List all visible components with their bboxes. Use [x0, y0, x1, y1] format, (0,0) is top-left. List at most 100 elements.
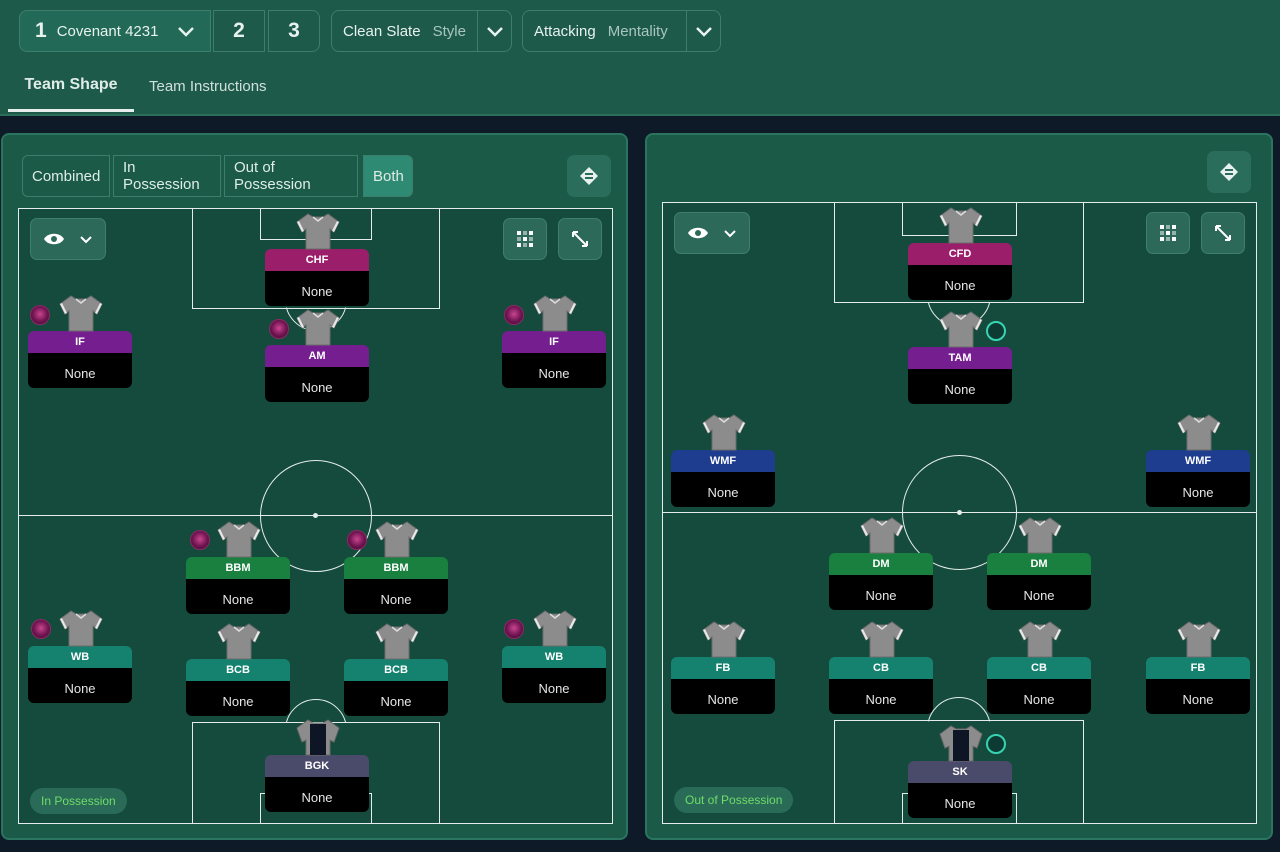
eye-icon [688, 227, 708, 239]
player-name: None [908, 369, 1012, 404]
player-name: None [265, 777, 369, 812]
player-slot[interactable]: WB None [502, 646, 606, 703]
player-slot[interactable]: BBM None [186, 557, 290, 614]
player-name: None [987, 575, 1091, 610]
filter-both[interactable]: Both [363, 155, 413, 197]
centre-spot [313, 513, 318, 518]
chevron-down-icon[interactable] [477, 11, 511, 51]
view-options-button[interactable] [30, 218, 106, 260]
player-slot[interactable]: BCB None [344, 659, 448, 716]
player-name: None [1146, 472, 1250, 507]
role-label: WMF [671, 450, 775, 472]
shirt-icon [1017, 516, 1063, 554]
phase-label: Out of Possession [674, 787, 794, 813]
shirt-icon [938, 206, 984, 244]
player-slot[interactable]: DM None [987, 553, 1091, 610]
pitch: CHF None IF None AM None IF None BBM Non… [18, 208, 613, 824]
player-name: None [829, 575, 933, 610]
shirt-icon [1017, 620, 1063, 658]
player-slot[interactable]: WB None [28, 646, 132, 703]
player-slot[interactable]: IF None [28, 331, 132, 388]
shirt-icon [859, 516, 905, 554]
focus-bubble-icon [986, 321, 1006, 341]
shirt-icon [938, 310, 984, 348]
phase-label: In Possession [30, 788, 127, 814]
pitch: CFD None TAM None WMF None WMF None DM N… [662, 202, 1257, 824]
eye-icon [44, 233, 64, 245]
player-slot[interactable]: TAM None [908, 347, 1012, 404]
shirt-icon [701, 620, 747, 658]
player-name: None [502, 353, 606, 388]
player-slot[interactable]: WMF None [1146, 450, 1250, 507]
focus-bubble-icon [347, 530, 367, 550]
mentality-label: Mentality [607, 22, 668, 40]
shirt-icon [216, 520, 262, 558]
player-slot[interactable]: DM None [829, 553, 933, 610]
shirt-icon [295, 212, 341, 250]
tactic-slot-2[interactable]: 2 [213, 10, 265, 52]
player-name: None [1146, 679, 1250, 714]
focus-bubble-icon [31, 619, 51, 639]
expand-icon[interactable] [1201, 212, 1245, 254]
player-name: None [265, 271, 369, 306]
mentality-dropdown[interactable]: Attacking Mentality [522, 10, 721, 52]
shirt-icon [58, 609, 104, 647]
expand-icon[interactable] [558, 218, 602, 260]
player-slot[interactable]: IF None [502, 331, 606, 388]
player-name: None [186, 681, 290, 716]
role-label: BBM [344, 557, 448, 579]
focus-bubble-icon [504, 619, 524, 639]
tab-team-shape[interactable]: Team Shape [8, 60, 134, 112]
filter-in-possession[interactable]: In Possession [113, 155, 221, 197]
view-options-button[interactable] [674, 212, 750, 254]
chevron-down-icon [80, 236, 92, 244]
grid-icon[interactable] [1146, 212, 1190, 254]
role-label: CB [987, 657, 1091, 679]
player-slot[interactable]: FB None [1146, 657, 1250, 714]
role-label: DM [987, 553, 1091, 575]
shirt-icon [532, 609, 578, 647]
player-name: None [344, 579, 448, 614]
tab-team-instructions[interactable]: Team Instructions [149, 60, 267, 112]
role-label: BBM [186, 557, 290, 579]
shirt-icon [374, 520, 420, 558]
goalkeeper-shirt-icon [295, 718, 341, 756]
role-label: BGK [265, 755, 369, 777]
swap-icon[interactable] [1207, 151, 1251, 193]
tactic-number: 1 [35, 19, 47, 42]
player-name: None [265, 367, 369, 402]
filter-combined[interactable]: Combined [22, 155, 110, 197]
player-name: None [987, 679, 1091, 714]
player-slot[interactable]: BBM None [344, 557, 448, 614]
tactic-slot-3[interactable]: 3 [268, 10, 320, 52]
player-slot[interactable]: AM None [265, 345, 369, 402]
player-slot[interactable]: BGK None [265, 755, 369, 812]
chevron-down-icon[interactable] [686, 11, 720, 51]
role-label: CB [829, 657, 933, 679]
tactic-name: Covenant 4231 [56, 22, 159, 40]
style-dropdown[interactable]: Clean Slate Style [331, 10, 512, 52]
player-slot[interactable]: SK None [908, 761, 1012, 818]
tactic-selector[interactable]: 1 Covenant 4231 [19, 10, 211, 52]
swap-icon[interactable] [567, 155, 611, 197]
player-name: None [908, 265, 1012, 300]
shirt-icon [1176, 413, 1222, 451]
player-name: None [344, 681, 448, 716]
player-slot[interactable]: WMF None [671, 450, 775, 507]
player-slot[interactable]: FB None [671, 657, 775, 714]
in-possession-panel: Combined In Possession Out of Possession… [1, 133, 628, 840]
role-label: WB [28, 646, 132, 668]
filter-out-of-possession[interactable]: Out of Possession [224, 155, 358, 197]
player-name: None [502, 668, 606, 703]
role-label: SK [908, 761, 1012, 783]
role-label: BCB [186, 659, 290, 681]
player-name: None [28, 353, 132, 388]
role-label: CFD [908, 243, 1012, 265]
player-slot[interactable]: CB None [987, 657, 1091, 714]
player-name: None [671, 679, 775, 714]
grid-icon[interactable] [503, 218, 547, 260]
player-slot[interactable]: CB None [829, 657, 933, 714]
player-slot[interactable]: CFD None [908, 243, 1012, 300]
player-slot[interactable]: CHF None [265, 249, 369, 306]
player-slot[interactable]: BCB None [186, 659, 290, 716]
